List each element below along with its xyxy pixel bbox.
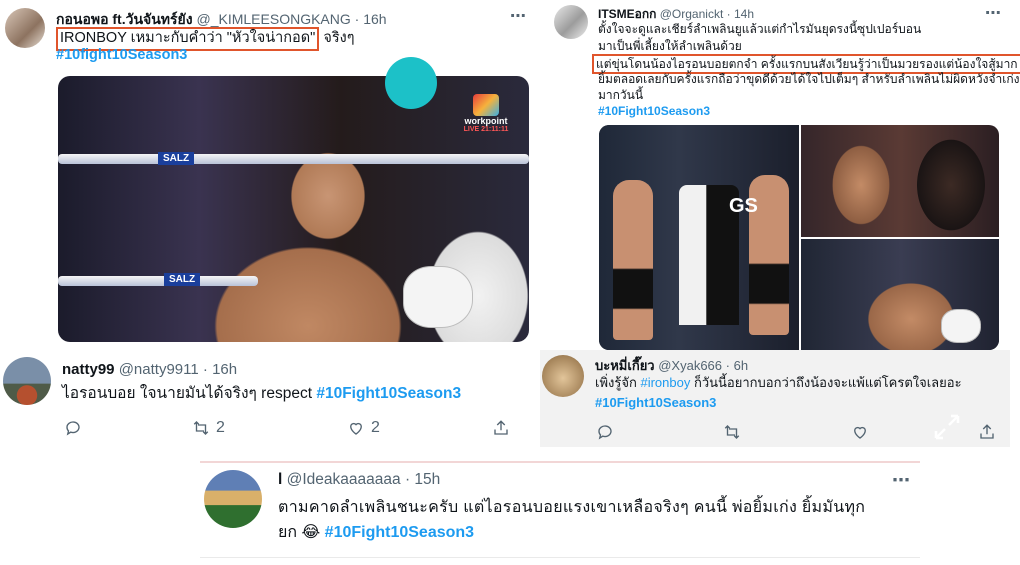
tweet-header: บะหมี่เกี๊ยว @Xyak666 · 6h (595, 355, 748, 376)
hashtag-line: #10fight10Season3 (56, 46, 187, 66)
tweet-text-line: มาเป็นพี่เลี้ยงให้ลำเพลินด้วย (598, 39, 742, 53)
separator-dot: · (726, 7, 731, 21)
reply-icon (66, 421, 80, 436)
tweet-text-line: ตามคาดลำเพลินชนะครับ แต่ไอรอนบอยแรงเขาเห… (278, 499, 866, 516)
share-button[interactable] (492, 419, 510, 437)
separator-dot: · (725, 358, 730, 373)
retweet-icon (193, 421, 209, 435)
boxing-glove (941, 309, 981, 343)
display-name[interactable]: l (278, 471, 282, 488)
fighter-figure (613, 180, 653, 340)
tweet-text-line: ตั้งใจจะดูและเชียร์ลำเพลินยูแล้วแต่กำไรม… (598, 22, 922, 36)
tweet-text-tail: จริงๆ (323, 30, 355, 46)
tweet-text: ไอรอนบอย ใจนายมันได้จริงๆ respect #10Fig… (62, 384, 461, 405)
hashtag-link[interactable]: #10Fight10Season3 (595, 395, 716, 410)
user-handle[interactable]: @Organickt (660, 7, 724, 21)
share-button[interactable] (978, 423, 996, 441)
tweet-photo[interactable] (801, 239, 999, 350)
user-handle[interactable]: @natty9911 (119, 361, 199, 378)
hashtag-link[interactable]: #10fight10Season3 (56, 47, 187, 63)
hashtag-line: #10Fight10Season3 (598, 103, 710, 119)
tweet-text-pre: เพิ่งรู้จัก (595, 375, 637, 390)
tweet-text-line: ยก 😂 #10Fight10Season3 (278, 522, 474, 544)
expand-icon[interactable] (932, 412, 962, 442)
user-handle[interactable]: @_KIMLEESONGKANG (197, 11, 351, 27)
display-name[interactable]: บะหมี่เกี๊ยว (595, 358, 655, 373)
display-name[interactable]: natty99 (62, 361, 115, 378)
hashtag-link[interactable]: #10Fight10Season3 (598, 104, 710, 118)
user-avatar[interactable] (542, 355, 584, 397)
more-options-icon[interactable]: ⋯ (892, 470, 911, 491)
share-icon (494, 420, 508, 435)
timestamp[interactable]: 15h (414, 471, 440, 488)
retweet-count: 2 (216, 419, 225, 436)
touch-indicator (385, 57, 437, 109)
tweet-body: ไอรอนบอย ใจนายมันได้จริงๆ respect (62, 385, 313, 402)
like-button[interactable]: 2 (347, 419, 492, 437)
timestamp[interactable]: 14h (734, 7, 754, 21)
tweet-text-line: เพิ่งรู้จัก #ironboy ก็วันนี้อยากบอกว่าถ… (595, 374, 962, 392)
tweet-text-line: มากวันนี้ (598, 88, 644, 102)
user-handle[interactable]: @Xyak666 (658, 358, 722, 373)
timestamp[interactable]: 16h (363, 11, 386, 27)
user-handle[interactable]: @Ideakaaaaaaa (287, 471, 401, 488)
reply-button[interactable] (596, 423, 723, 441)
retweet-icon (725, 425, 740, 439)
arena-logo: GS (729, 195, 758, 217)
hashtag-line: #10Fight10Season3 (595, 394, 716, 412)
live-clock: LIVE 21:11:11 (463, 126, 509, 133)
heart-icon (350, 422, 362, 435)
hashtag-link[interactable]: #10Fight10Season3 (325, 524, 474, 541)
reply-button[interactable] (64, 419, 192, 437)
photo-grid: GS (599, 125, 999, 350)
separator-dot: · (202, 361, 208, 378)
channel-logo: workpoint LIVE 21:11:11 (456, 94, 516, 133)
ring-rope (58, 154, 529, 164)
user-avatar[interactable] (204, 470, 262, 528)
ring-sponsor-label: SALZ (158, 152, 195, 165)
ring-sponsor-label: SALZ (164, 273, 201, 286)
tweet-text-post: ก็วันนี้อยากบอกว่าถึงน้องจะแพ้แต่โครตใจเ… (693, 375, 962, 390)
tweet-card-3[interactable]: ITSMEอกก @Organickt · 14h ⋯ ตั้งใจจะดูแล… (540, 0, 1020, 350)
tweet-text-line: ยิ้มตลอดเลยกับครั้งแรกถือว่าขุดดีด้วยได้… (598, 72, 1020, 86)
timestamp[interactable]: 6h (734, 358, 748, 373)
tweet-header: natty99 @natty9911 · 16h (62, 361, 237, 378)
timestamp[interactable]: 16h (212, 361, 237, 378)
user-avatar[interactable] (3, 357, 51, 405)
display-name[interactable]: กอนอพอ ft.วันจันทร์ยัง (56, 11, 193, 27)
tweet-photo[interactable]: SALZ SALZ workpoint LIVE 21:11:11 (58, 76, 529, 342)
hashtag-link[interactable]: #10Fight10Season3 (316, 385, 461, 402)
share-icon (980, 424, 994, 439)
boxing-glove (403, 266, 473, 328)
display-name[interactable]: ITSMEอกก (598, 7, 660, 21)
tweet-photo[interactable] (801, 125, 999, 237)
retweet-button[interactable] (723, 423, 850, 441)
reply-icon (598, 425, 612, 440)
hashtag-link[interactable]: #ironboy (640, 375, 690, 390)
user-avatar[interactable] (5, 8, 45, 48)
tweet-header: l @Ideakaaaaaaa · 15h (278, 471, 440, 489)
tweet-text-pre: ยก (278, 524, 298, 541)
tweet-card-4[interactable]: บะหมี่เกี๊ยว @Xyak666 · 6h เพิ่งรู้จัก #… (540, 350, 1010, 447)
laughing-emoji-icon: 😂 (301, 524, 321, 541)
tweet-photo[interactable]: GS (599, 125, 799, 350)
ring-rope (58, 276, 258, 286)
channel-logo-text: workpoint (464, 116, 508, 126)
action-bar: 2 2 (64, 419, 524, 437)
channel-logo-icon (473, 94, 499, 116)
retweet-button[interactable]: 2 (192, 419, 347, 437)
separator-dot: · (354, 11, 360, 27)
user-avatar[interactable] (554, 5, 588, 39)
like-count: 2 (371, 419, 380, 436)
more-options-icon[interactable]: ⋯ (985, 3, 1002, 23)
tweet-card-2[interactable]: natty99 @natty9911 · 16h ไอรอนบอย ใจนายม… (0, 350, 535, 445)
heart-icon (853, 426, 866, 439)
separator-dot: · (404, 471, 411, 488)
more-options-icon[interactable]: ⋯ (510, 6, 527, 26)
tweet-card-1[interactable]: กอนอพอ ft.วันจันทร์ยัง @_KIMLEESONGKANG … (0, 0, 535, 350)
tweet-card-5[interactable]: l @Ideakaaaaaaa · 15h ⋯ ตามคาดลำเพลินชนะ… (200, 461, 920, 558)
